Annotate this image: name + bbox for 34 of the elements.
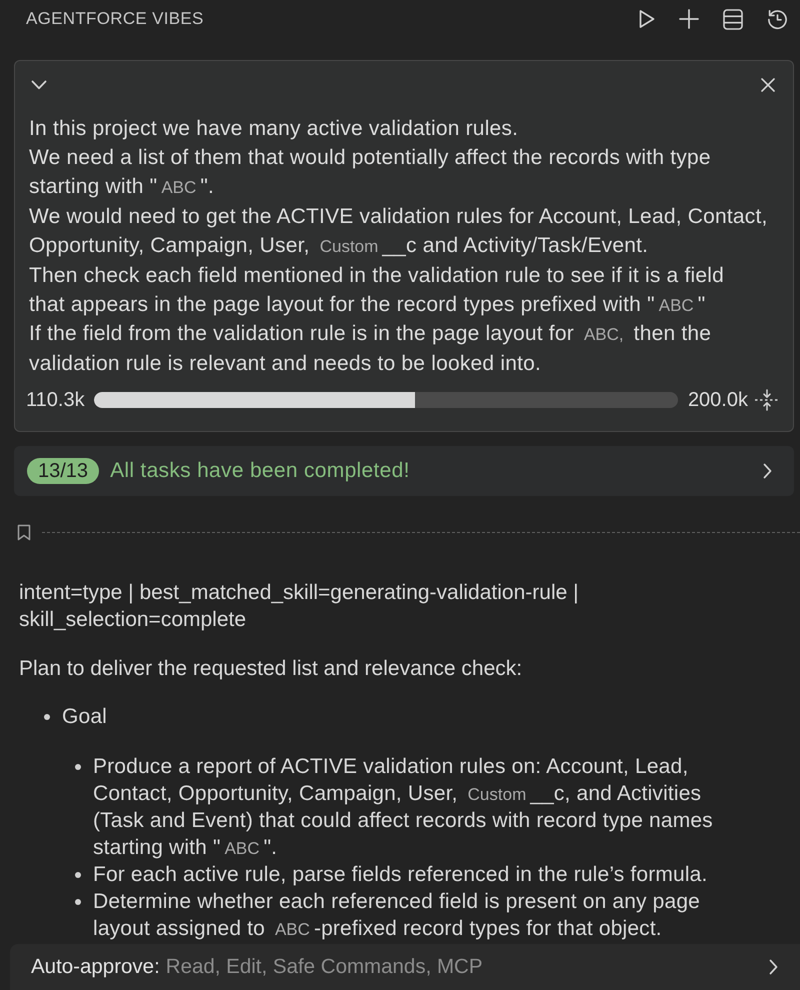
compress-icon[interactable] bbox=[754, 389, 780, 412]
list-item-text: Produce a report of ACTIVE validation rules on: Account, Lead, Contact, Opportunity, Campaign, User, Custom __c, and Activities (Task and Event) that could affect records with record type names starting with " ABC ". bbox=[93, 754, 713, 862]
chevron-down-icon[interactable] bbox=[31, 80, 47, 90]
bullet-icon bbox=[44, 714, 50, 720]
response-text: Plan to deliver the requested list and relevance check: bbox=[19, 656, 524, 682]
tasks-panel[interactable]: 13/13 All tasks have been completed! bbox=[14, 446, 794, 496]
stack-icon[interactable] bbox=[723, 8, 743, 30]
list-item-text: Goal bbox=[62, 704, 107, 730]
prompt-text: If the field from the validation rule is in the page layout for ABC, then the validation rule is relevant and needs to be looked into. bbox=[28, 321, 712, 377]
tasks-status-text: All tasks have been completed! bbox=[110, 459, 411, 484]
close-icon[interactable] bbox=[761, 78, 775, 92]
prompt-text: We would need to get the ACTIVE validation rules for Account, Lead, Contact, Opportunity, Campaign, User, Custom __c and Activity/Task/Event. bbox=[28, 204, 769, 260]
play-icon[interactable] bbox=[639, 9, 655, 29]
prompt-text: We need a list of them that would potentially affect the records with type starting with " ABC ". bbox=[28, 144, 712, 200]
prompt-text: Then check each field mentioned in the validation rule to see if it is a field that appears in the page layout for the record types prefixed with " ABC " bbox=[28, 262, 725, 318]
token-limit: 200.0k bbox=[688, 388, 748, 412]
bullet-icon bbox=[75, 764, 81, 770]
panel-title: AGENTFORCE VIBES bbox=[26, 9, 205, 29]
list-item-text: Determine whether each referenced field is present on any page layout assigned to ABC -prefixed record types for that object. bbox=[93, 889, 700, 942]
auto-approve-label: Auto-approve: bbox=[31, 955, 160, 979]
bullet-icon bbox=[75, 872, 81, 878]
prompt-text: In this project we have many active validation rules. bbox=[28, 116, 520, 142]
list-item-text: For each active rule, parse fields referenced in the rule’s formula. bbox=[93, 862, 708, 888]
bullet-icon bbox=[75, 899, 81, 906]
chevron-right-icon[interactable] bbox=[769, 959, 778, 975]
auto-approve-bar[interactable]: Auto-approve: Read, Edit, Safe Commands, MCP bbox=[10, 944, 800, 990]
bookmark-icon[interactable] bbox=[17, 524, 31, 542]
history-icon[interactable] bbox=[767, 8, 788, 30]
token-count: 110.3k bbox=[26, 388, 85, 412]
task-count-badge: 13/13 bbox=[27, 458, 100, 484]
auto-approve-options: Read, Edit, Safe Commands, MCP bbox=[166, 955, 769, 979]
plus-icon[interactable] bbox=[679, 9, 699, 29]
chevron-right-icon[interactable] bbox=[763, 463, 772, 480]
response-text: intent=type | best_matched_skill=generating-validation-rule | skill_selection=complete bbox=[19, 580, 580, 634]
